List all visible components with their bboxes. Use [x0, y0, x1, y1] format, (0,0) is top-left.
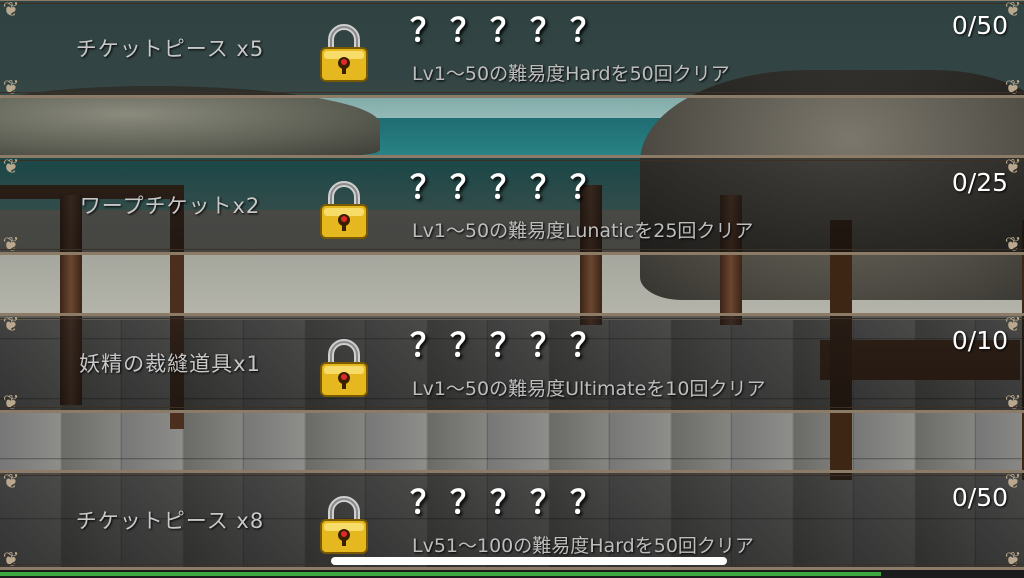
- ornament-corner-icon: ❦: [1004, 547, 1022, 571]
- reward-label: チケットピース x5: [75, 37, 265, 61]
- achievement-title: ？？？？？: [410, 11, 611, 49]
- padlock-icon: [320, 24, 368, 82]
- home-indicator[interactable]: [331, 557, 727, 565]
- progress-count: 0/50: [951, 483, 1008, 512]
- achievement-row[interactable]: ❦ ❦ ❦ ❦ 妖精の裁縫道具x1 ？？？？？ Lv1～50の難易度Ultima…: [0, 313, 1024, 413]
- reward-label: チケットピース x8: [75, 509, 265, 533]
- achievement-row[interactable]: ❦ ❦ ❦ ❦ チケットピース x5 ？？？？？ Lv1～50の難易度Hardを…: [0, 0, 1024, 98]
- ornament-corner-icon: ❦: [1004, 232, 1022, 256]
- achievement-condition: Lv1～50の難易度Lunaticを25回クリア: [412, 220, 754, 242]
- padlock-icon: [320, 181, 368, 239]
- achievement-row[interactable]: ❦ ❦ ❦ ❦ チケットピース x8 ？？？？？ Lv51～100の難易度Har…: [0, 470, 1024, 570]
- reward-label: ワープチケットx2: [79, 194, 261, 218]
- ornament-corner-icon: ❦: [1004, 390, 1022, 414]
- progress-count: 0/50: [951, 11, 1008, 40]
- achievement-condition: Lv51～100の難易度Hardを50回クリア: [412, 535, 754, 557]
- padlock-icon: [320, 339, 368, 397]
- achievement-row[interactable]: ❦ ❦ ❦ ❦ ワープチケットx2 ？？？？？ Lv1～50の難易度Lunati…: [0, 155, 1024, 255]
- scroll-progress-fill: [0, 572, 881, 576]
- achievement-title: ？？？？？: [410, 168, 611, 206]
- scroll-progress-track: [0, 570, 1024, 578]
- progress-count: 0/25: [951, 168, 1008, 197]
- achievement-title: ？？？？？: [410, 326, 611, 364]
- achievement-condition: Lv1～50の難易度Hardを50回クリア: [412, 63, 730, 85]
- progress-count: 0/10: [951, 326, 1008, 355]
- ornament-corner-icon: ❦: [1004, 75, 1022, 99]
- padlock-icon: [320, 496, 368, 554]
- achievement-condition: Lv1～50の難易度Ultimateを10回クリア: [412, 378, 766, 400]
- achievement-title: ？？？？？: [410, 483, 611, 521]
- reward-label: 妖精の裁縫道具x1: [79, 352, 261, 376]
